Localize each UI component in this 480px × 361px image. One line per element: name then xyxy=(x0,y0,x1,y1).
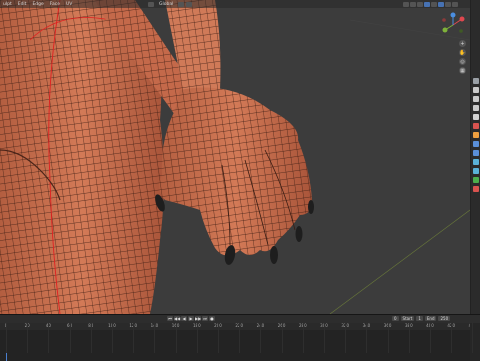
play-icon[interactable]: ▶ xyxy=(188,316,194,321)
jump-start-icon[interactable]: ⏮ xyxy=(167,316,173,321)
z-axis-icon[interactable] xyxy=(450,12,456,18)
menu-edit[interactable]: Edit xyxy=(15,2,30,7)
frame-gridline xyxy=(90,322,92,353)
rendered-shading-icon[interactable] xyxy=(452,1,458,7)
view-layer-icon[interactable] xyxy=(473,105,479,111)
render-icon[interactable] xyxy=(473,87,479,93)
menu-edge[interactable]: Edge xyxy=(29,2,46,7)
overlay-icon[interactable] xyxy=(417,1,423,7)
current-frame-field[interactable]: 0 xyxy=(392,316,399,321)
record-icon[interactable]: ● xyxy=(209,316,215,321)
timeline-editor[interactable]: ⏮ ◀◀ ◀ ▶ ▶▶ ⏭ ● 0 Start 1 End 250 020406… xyxy=(0,314,480,361)
pivot-icon[interactable] xyxy=(148,1,154,7)
frame-gridline xyxy=(430,322,431,353)
frame-gridline xyxy=(472,322,474,353)
visibility-icon[interactable] xyxy=(403,1,409,7)
menu-uv[interactable]: UV xyxy=(63,2,75,7)
start-frame-field[interactable]: 1 xyxy=(416,316,423,321)
proportional-edit-icon[interactable] xyxy=(186,1,193,7)
frame-gridline xyxy=(260,322,262,353)
world-icon[interactable] xyxy=(473,123,479,129)
frame-gridline xyxy=(154,322,156,353)
frame-gridline xyxy=(324,322,325,353)
start-label: Start xyxy=(400,316,415,321)
frame-gridline xyxy=(302,322,304,353)
menu-sculpt[interactable]: ulpt xyxy=(0,2,15,7)
particles-icon[interactable] xyxy=(473,150,479,156)
frame-gridline xyxy=(48,322,50,353)
next-keyframe-icon[interactable]: ▶▶ xyxy=(195,316,201,321)
viewport-header: ulpt Edit Edge Face UV Global xyxy=(0,0,470,8)
solid-shading-icon[interactable] xyxy=(438,1,444,7)
frame-gridline xyxy=(281,322,283,353)
hand-mesh[interactable] xyxy=(159,87,312,256)
frame-gridline xyxy=(112,322,113,353)
frame-gridline xyxy=(218,322,219,353)
frame-gridline xyxy=(387,322,389,353)
end-label: End xyxy=(424,316,437,321)
frame-gridline xyxy=(408,322,410,353)
object-icon[interactable] xyxy=(473,132,479,138)
y-axis-icon[interactable] xyxy=(442,27,448,33)
frame-gridline xyxy=(366,322,368,353)
gizmo-toggle-icon[interactable] xyxy=(410,1,416,7)
frame-gridline xyxy=(6,322,7,353)
frame-gridline xyxy=(196,322,198,353)
play-reverse-icon[interactable]: ◀ xyxy=(181,316,187,321)
shading-dropdown[interactable]: Global xyxy=(156,2,176,7)
output-icon[interactable] xyxy=(473,96,479,102)
constraints-icon[interactable] xyxy=(473,168,479,174)
modifier-icon[interactable] xyxy=(473,141,479,147)
prev-keyframe-icon[interactable]: ◀◀ xyxy=(174,316,180,321)
material-icon[interactable] xyxy=(473,186,479,192)
pan-icon[interactable]: ✋ xyxy=(459,49,466,56)
tool-icon[interactable] xyxy=(473,78,479,84)
ortho-toggle-icon[interactable]: ▦ xyxy=(459,67,466,74)
viewport-scene[interactable] xyxy=(0,0,470,314)
snap-icon[interactable] xyxy=(178,1,185,7)
frame-gridline xyxy=(27,322,29,353)
scene-icon[interactable] xyxy=(473,114,479,120)
x-axis-icon[interactable] xyxy=(459,16,465,22)
jump-end-icon[interactable]: ⏭ xyxy=(202,316,208,321)
frame-gridline xyxy=(345,322,347,353)
xray-icon[interactable] xyxy=(424,1,430,7)
viewport-display-tools xyxy=(403,0,458,8)
navigation-buttons: + ✋ ◎ ▦ xyxy=(459,40,467,76)
data-icon[interactable] xyxy=(473,177,479,183)
3d-viewport[interactable]: ulpt Edit Edge Face UV Global + ✋ ◎ ▦ xyxy=(0,0,470,314)
material-shading-icon[interactable] xyxy=(445,1,451,7)
camera-icon[interactable]: ◎ xyxy=(459,58,466,65)
menu-face[interactable]: Face xyxy=(47,2,63,7)
wireframe-shading-icon[interactable] xyxy=(431,1,437,7)
playback-controls: ⏮ ◀◀ ◀ ▶ ▶▶ ⏭ ● xyxy=(167,316,215,321)
zoom-icon[interactable]: + xyxy=(459,40,466,47)
frame-gridline xyxy=(175,322,177,353)
end-frame-field[interactable]: 250 xyxy=(438,316,451,321)
transform-controls: Global xyxy=(148,1,193,7)
frame-gridline xyxy=(69,322,71,353)
properties-tab-bar xyxy=(470,0,480,314)
frame-gridline xyxy=(133,322,135,353)
floor-axis-line xyxy=(329,209,470,314)
frame-range: 0 Start 1 End 250 xyxy=(392,316,451,321)
frame-gridline xyxy=(239,322,241,353)
physics-icon[interactable] xyxy=(473,159,479,165)
navigation-gizmo[interactable] xyxy=(440,12,466,38)
frame-gridline xyxy=(451,322,453,353)
